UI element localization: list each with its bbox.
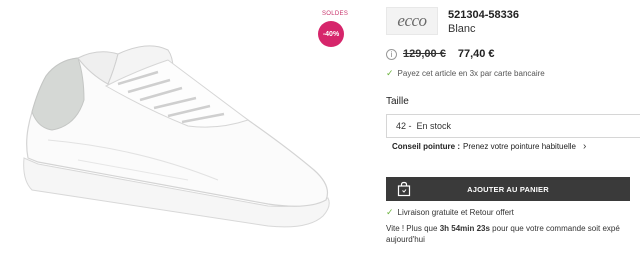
urgency-suffix: pour que votre commande soit expé — [492, 224, 620, 233]
size-advice-link[interactable]: Conseil pointure : Prenez votre pointure… — [392, 141, 586, 152]
new-price: 77,40 € — [457, 48, 495, 60]
payment-note-text: Payez cet article en 3x par carte bancai… — [397, 69, 545, 78]
add-to-cart-label: AJOUTER AU PANIER — [467, 184, 549, 194]
size-advice-title: Conseil pointure : — [392, 142, 460, 151]
delivery-note-text: Livraison gratuite et Retour offert — [397, 208, 514, 217]
urgency-message: Vite ! Plus que 3h 54min 23s pour que vo… — [386, 223, 640, 245]
product-image[interactable] — [18, 30, 334, 270]
product-reference: 521304-58336 — [448, 9, 519, 21]
product-gallery: SOLDES -40% — [0, 0, 362, 275]
brand-logo-text: ecco — [397, 11, 427, 30]
check-icon: ✓ — [386, 207, 394, 217]
add-to-cart-button[interactable]: AJOUTER AU PANIER — [386, 177, 630, 201]
delivery-note: ✓ Livraison gratuite et Retour offert — [386, 207, 514, 218]
info-icon[interactable]: i — [386, 48, 397, 60]
product-info-panel: ecco 521304-58336 Blanc i 129,00 € 77,40… — [386, 0, 640, 275]
discount-badge: -40% — [318, 21, 344, 47]
old-price: 129,00 € — [403, 48, 446, 60]
urgency-line-2: aujourd'hui — [386, 235, 425, 244]
size-value: 42 - — [396, 121, 412, 131]
sale-label: SOLDES — [322, 11, 349, 17]
stock-status: En stock — [416, 121, 452, 131]
urgency-prefix: Vite ! Plus que — [386, 224, 438, 233]
payment-note: ✓ Payez cet article en 3x par carte banc… — [386, 68, 545, 79]
price-row: i 129,00 € 77,40 € — [386, 48, 495, 60]
shopping-bag-icon — [397, 181, 411, 197]
product-color: Blanc — [448, 23, 476, 35]
check-icon: ✓ — [386, 68, 394, 78]
size-label: Taille — [386, 96, 409, 107]
size-advice-text: Prenez votre pointure habituelle — [463, 142, 576, 151]
chevron-right-icon: › — [582, 141, 587, 152]
size-select[interactable]: 42 - En stock — [386, 114, 640, 138]
urgency-countdown: 3h 54min 23s — [439, 224, 490, 233]
brand-logo[interactable]: ecco — [386, 7, 438, 35]
